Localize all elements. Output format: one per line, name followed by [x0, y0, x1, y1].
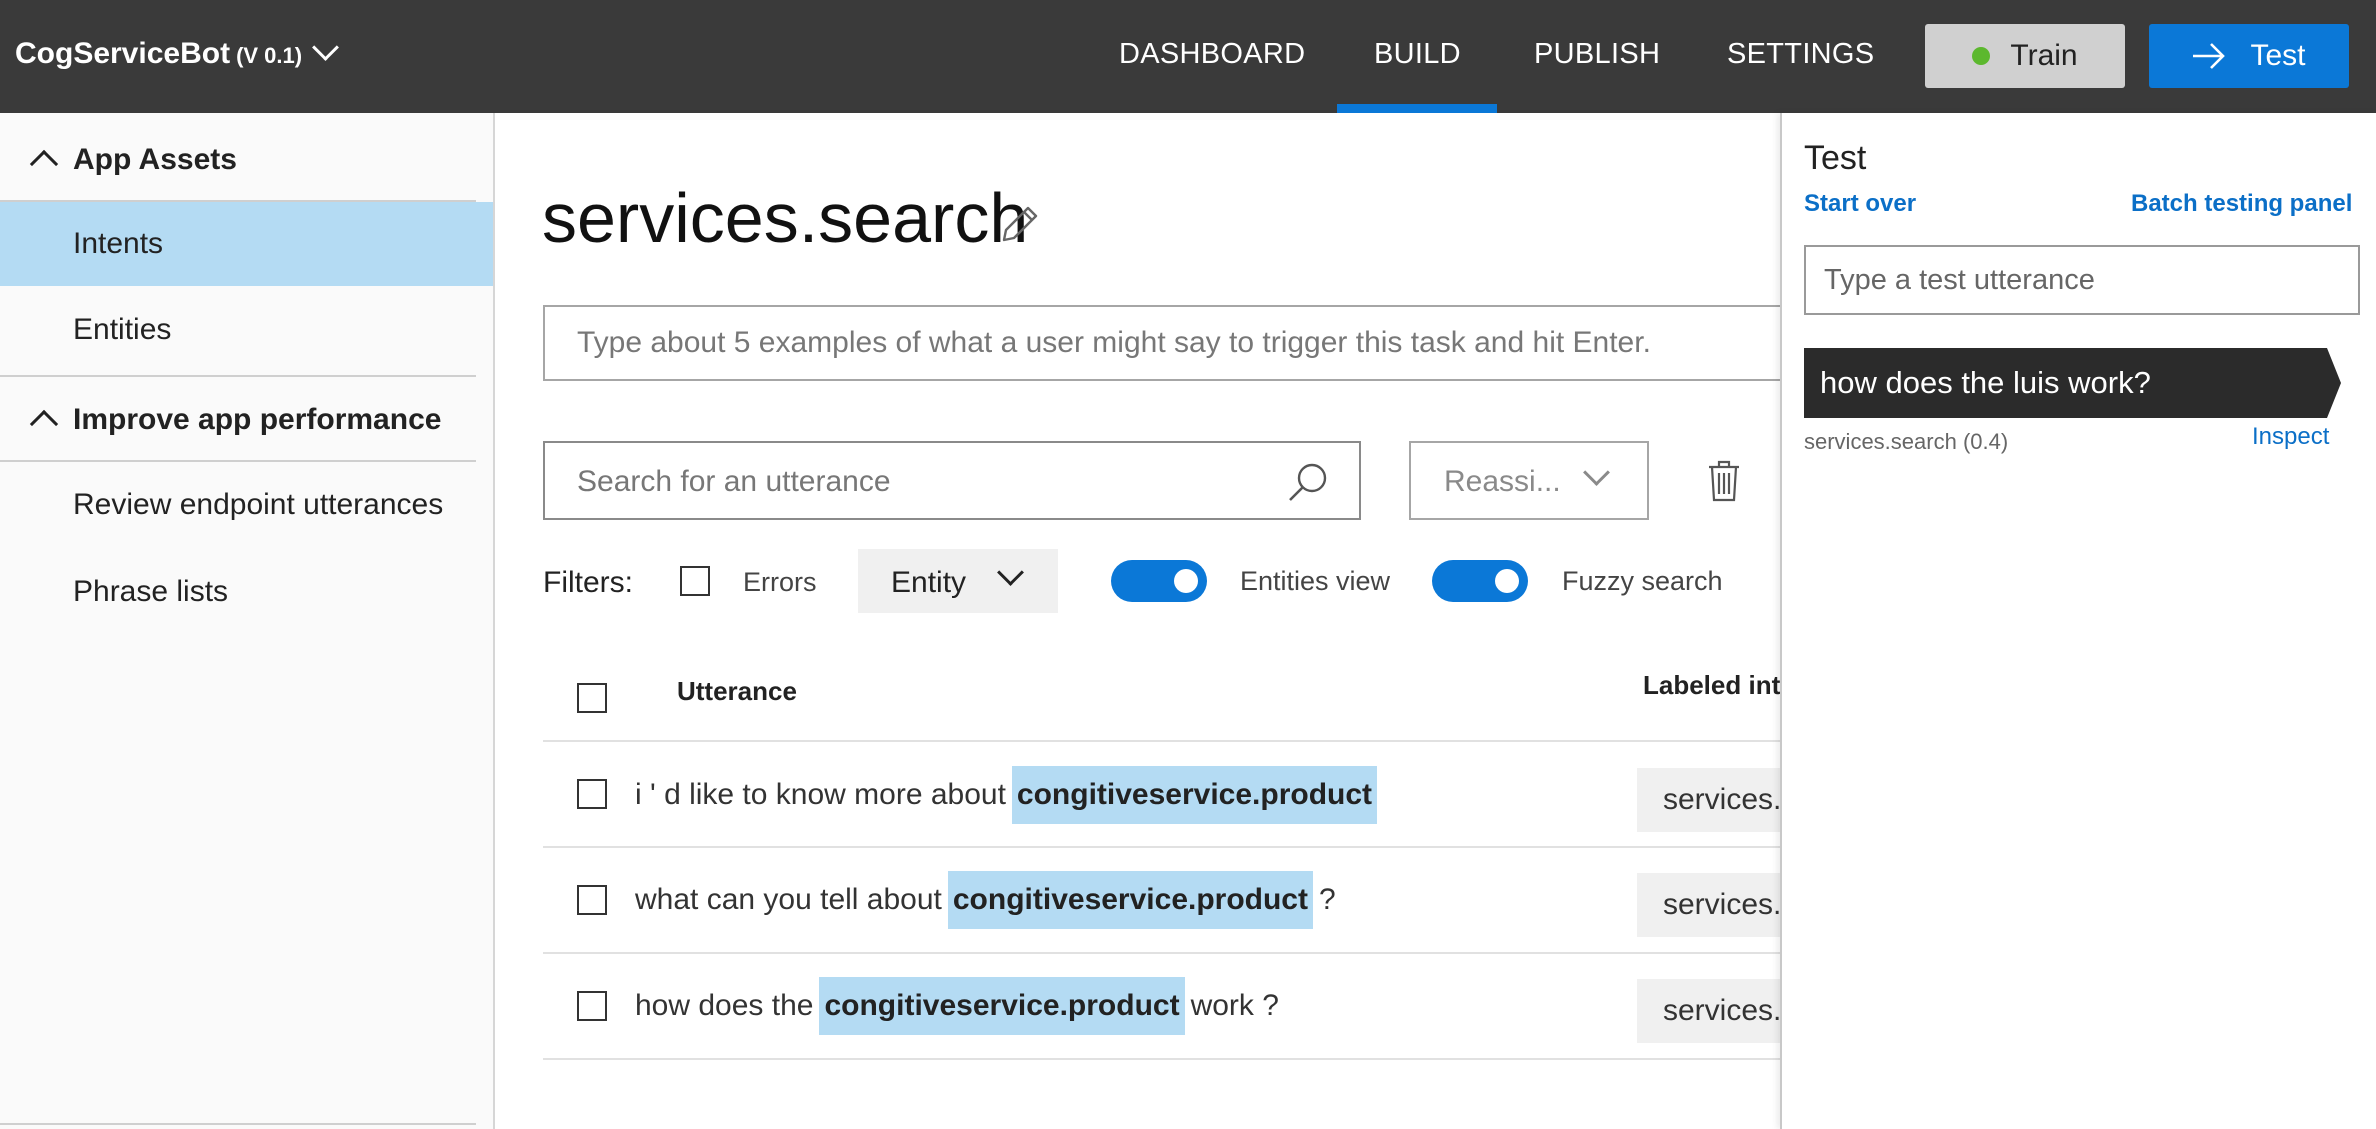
reassign-placeholder: Reassi...: [1444, 465, 1561, 498]
utterance-part: what can you tell about: [635, 883, 942, 916]
section-label: Improve app performance: [73, 403, 442, 436]
chevron-down-icon: [997, 559, 1024, 586]
sidebar-item-intents[interactable]: Intents: [0, 202, 493, 286]
trash-icon[interactable]: [1707, 459, 1741, 508]
bubble-pointer: [2327, 348, 2341, 418]
toggle-knob: [1495, 569, 1519, 593]
section-app-assets[interactable]: App Assets: [0, 143, 476, 193]
filters-label: Filters:: [543, 566, 633, 599]
utterance-part: work ?: [1190, 989, 1279, 1022]
table-row: what can you tell about congitiveservice…: [543, 848, 1797, 952]
sidebar-item-entities[interactable]: Entities: [0, 288, 493, 372]
table-row: how does the congitiveservice.product wo…: [543, 954, 1797, 1058]
entity-label[interactable]: congitiveservice.product: [819, 977, 1185, 1035]
example-utterance-input[interactable]: Type about 5 examples of what a user mig…: [543, 305, 1783, 381]
errors-checkbox[interactable]: [680, 566, 710, 596]
pencil-icon[interactable]: [998, 202, 1040, 251]
test-panel-title: Test: [1804, 139, 1867, 177]
sidebar-item-review-endpoint[interactable]: Review endpoint utterances: [0, 463, 493, 547]
sidebar: App Assets Intents Entities Improve app …: [0, 113, 495, 1129]
labeled-intent-dropdown[interactable]: services.search: [1637, 873, 1797, 937]
toggle-knob: [1174, 569, 1198, 593]
sidebar-item-label: Review endpoint utterances: [73, 488, 444, 521]
search-icon[interactable]: [1285, 459, 1331, 505]
row-checkbox[interactable]: [577, 991, 607, 1021]
entities-view-toggle[interactable]: [1111, 560, 1207, 602]
entities-view-label: Entities view: [1240, 566, 1391, 596]
entity-label[interactable]: congitiveservice.product: [1011, 766, 1378, 824]
chevron-up-icon: [29, 409, 59, 439]
sidebar-item-label: Intents: [73, 227, 164, 260]
row-checkbox[interactable]: [577, 885, 607, 915]
nav-dashboard[interactable]: DASHBOARD: [1119, 38, 1305, 71]
start-over-link[interactable]: Start over: [1804, 190, 1916, 218]
section-label: App Assets: [73, 143, 237, 176]
top-scoring-intent: services.search (0.4): [1804, 429, 2009, 454]
inspect-link[interactable]: Inspect: [2252, 423, 2329, 451]
column-header-utterance[interactable]: Utterance: [677, 676, 797, 707]
train-button[interactable]: Train: [1925, 24, 2125, 88]
test-utterance-result[interactable]: how does the luis work?: [1804, 348, 2327, 418]
app-version: (V 0.1): [236, 43, 303, 68]
errors-label: Errors: [743, 567, 817, 597]
fuzzy-search-label: Fuzzy search: [1562, 566, 1723, 596]
reassign-intent-dropdown[interactable]: Reassi...: [1409, 441, 1649, 520]
fuzzy-search-toggle[interactable]: [1432, 560, 1528, 602]
chevron-down-icon: [312, 34, 340, 61]
table-row: i ' d like to know more about congitives…: [543, 743, 1797, 847]
nav-settings[interactable]: SETTINGS: [1727, 38, 1874, 71]
sidebar-item-phrase-lists[interactable]: Phrase lists: [0, 550, 493, 634]
labeled-intent-dropdown[interactable]: services.search: [1637, 768, 1797, 832]
nav-publish[interactable]: PUBLISH: [1534, 38, 1660, 71]
divider: [543, 1058, 1783, 1060]
select-all-checkbox[interactable]: [577, 683, 607, 713]
active-tab-indicator: [1337, 104, 1497, 113]
train-label: Train: [2010, 39, 2078, 72]
row-checkbox[interactable]: [577, 779, 607, 809]
section-improve-performance[interactable]: Improve app performance: [0, 403, 476, 453]
batch-testing-link[interactable]: Batch testing panel: [2131, 190, 2352, 218]
nav-build[interactable]: BUILD: [1374, 38, 1461, 71]
divider: [0, 460, 476, 462]
entity-filter-label: Entity: [891, 566, 967, 599]
sidebar-item-label: Entities: [73, 313, 172, 346]
chevron-down-icon: [1583, 459, 1610, 486]
utterance-part: ?: [1318, 883, 1336, 916]
test-label: Test: [2250, 39, 2306, 72]
search-placeholder: Search for an utterance: [577, 465, 891, 498]
train-status-icon: [1972, 47, 1991, 65]
divider: [0, 1123, 476, 1125]
sidebar-item-label: Phrase lists: [73, 575, 229, 608]
utterance-text[interactable]: how does the congitiveservice.product wo…: [635, 954, 1279, 1058]
utterance-part: how does the: [635, 989, 814, 1022]
divider: [543, 740, 1783, 742]
utterance-text[interactable]: i ' d like to know more about congitives…: [635, 743, 1383, 847]
top-nav-bar: CogServiceBot (V 0.1) DASHBOARD BUILD PUB…: [0, 0, 2376, 113]
entity-label[interactable]: congitiveservice.product: [947, 871, 1313, 929]
entity-filter-dropdown[interactable]: Entity: [858, 549, 1058, 613]
divider: [0, 375, 476, 377]
test-button[interactable]: Test: [2149, 24, 2349, 88]
page-title: services.search: [542, 179, 1029, 257]
labeled-intent-dropdown[interactable]: services.search: [1637, 979, 1797, 1043]
utterance-search-input[interactable]: Search for an utterance: [543, 441, 1361, 520]
column-header-labeled-intent[interactable]: Labeled int: [1643, 670, 1780, 701]
app-selector[interactable]: CogServiceBot (V 0.1): [15, 34, 340, 71]
test-utterance-input[interactable]: Type a test utterance: [1804, 245, 2360, 315]
arrow-right-icon: [2193, 43, 2226, 69]
utterance-text[interactable]: what can you tell about congitiveservice…: [635, 848, 1336, 952]
test-panel: Test Start over Batch testing panel Type…: [1780, 113, 2376, 1129]
utterance-part: i ' d like to know more about: [635, 778, 1006, 811]
app-name: CogServiceBot: [15, 37, 231, 70]
chevron-up-icon: [29, 149, 59, 179]
